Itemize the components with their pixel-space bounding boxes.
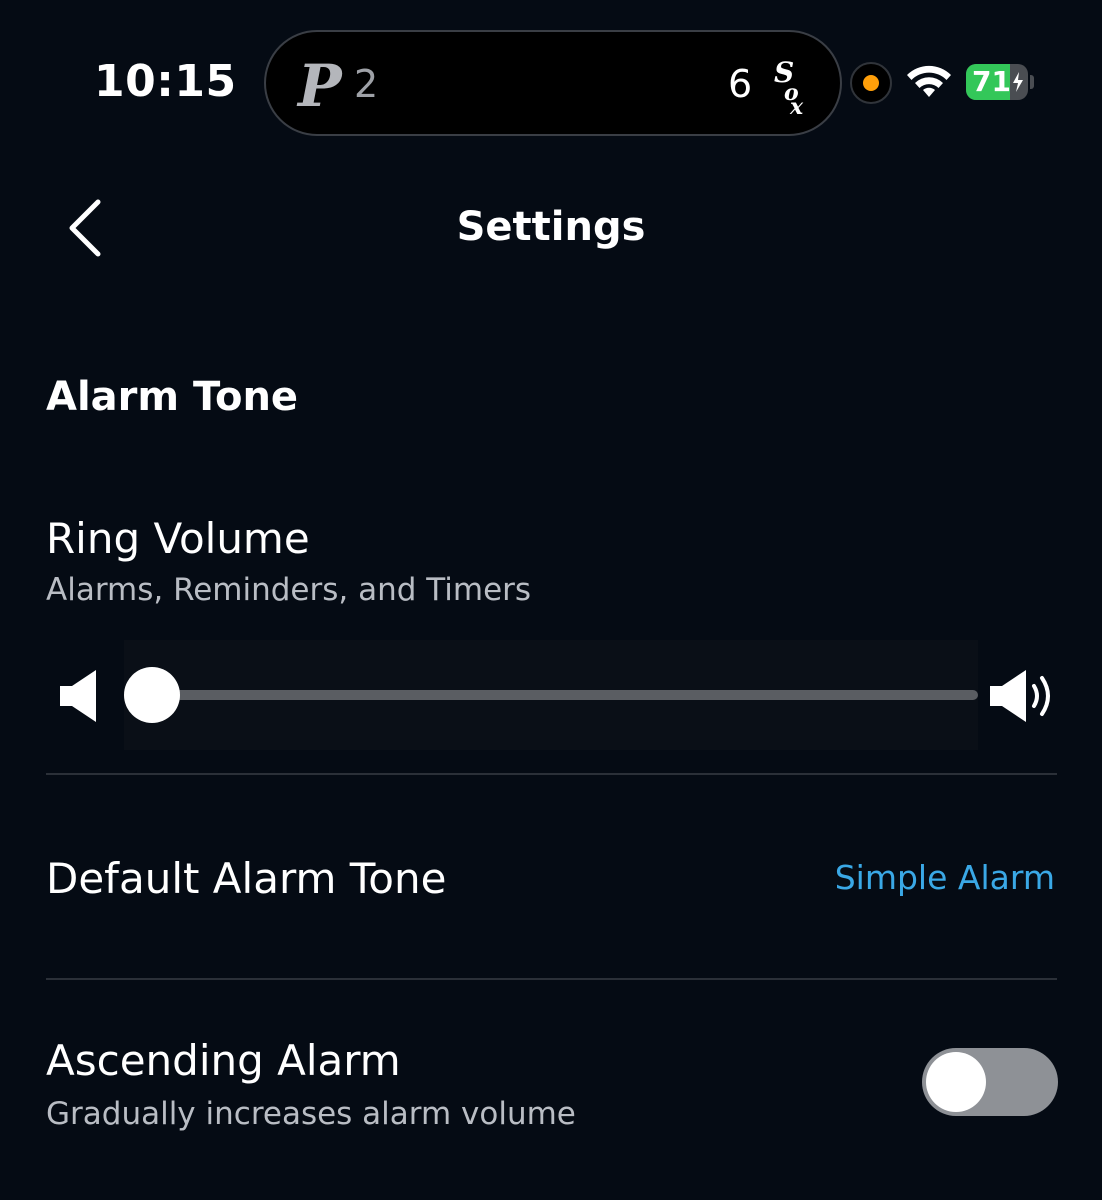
battery-indicator: 71 xyxy=(966,64,1034,100)
toggle-knob[interactable] xyxy=(926,1052,986,1112)
white-sox-logo-icon: S o x xyxy=(774,56,804,116)
default-alarm-tone-value[interactable]: Simple Alarm xyxy=(835,858,1055,897)
phillies-logo-icon: P xyxy=(298,52,342,120)
default-alarm-tone-title[interactable]: Default Alarm Tone xyxy=(46,854,446,903)
ascending-alarm-toggle[interactable] xyxy=(922,1048,1058,1116)
left-team-score: 2 xyxy=(354,62,379,106)
settings-screen: 10:15 P 2 6 S o x 71 Settings Alarm Tone… xyxy=(0,0,1102,1200)
wifi-icon xyxy=(907,65,951,97)
ascending-alarm-subtitle: Gradually increases alarm volume xyxy=(46,1096,576,1132)
ring-volume-subtitle: Alarms, Reminders, and Timers xyxy=(46,572,532,608)
slider-track[interactable] xyxy=(152,690,978,700)
divider xyxy=(46,978,1057,980)
page-title: Settings xyxy=(456,204,646,250)
status-time: 10:15 xyxy=(94,56,237,107)
dynamic-island-live-activity[interactable]: P 2 6 S o x xyxy=(264,30,842,136)
microphone-in-use-dot-icon xyxy=(863,75,879,91)
speaker-high-icon xyxy=(990,670,1050,722)
section-title-alarm-tone: Alarm Tone xyxy=(46,374,299,420)
right-team-score: 6 xyxy=(728,62,753,106)
divider xyxy=(46,773,1057,775)
ring-volume-slider[interactable] xyxy=(124,640,978,750)
ring-volume-title: Ring Volume xyxy=(46,514,310,563)
slider-thumb[interactable] xyxy=(124,667,180,723)
charging-bolt-icon xyxy=(1013,72,1023,92)
privacy-indicator xyxy=(850,62,892,104)
speaker-low-icon xyxy=(60,670,96,722)
svg-text:x: x xyxy=(789,94,804,116)
ascending-alarm-title: Ascending Alarm xyxy=(46,1036,401,1085)
